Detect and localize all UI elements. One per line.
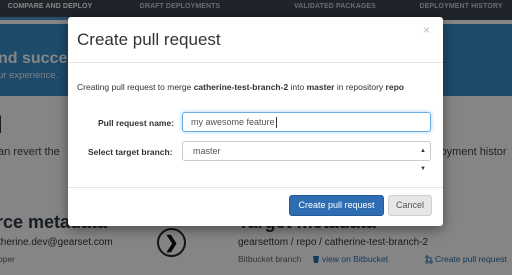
close-icon[interactable]: × (423, 23, 430, 37)
repository-name: repo (385, 82, 404, 92)
create-pull-request-dialog: Create pull request × Creating pull requ… (68, 17, 443, 226)
description-middle: into (288, 82, 307, 92)
description-prefix: Creating pull request to merge (77, 82, 194, 92)
modal-footer-divider (68, 187, 443, 188)
select-arrows-icon: ▲ ▼ (420, 148, 426, 172)
target-branch-name: master (306, 82, 335, 92)
pr-name-label: Pull request name: (98, 118, 175, 128)
cancel-button[interactable]: Cancel (388, 195, 432, 216)
target-branch-select[interactable]: master ▲ ▼ (182, 141, 431, 172)
target-branch-value: master (193, 146, 221, 156)
create-pull-request-button[interactable]: Create pull request (289, 195, 384, 216)
description-suffix: in repository (334, 82, 386, 92)
source-branch-name: catherine-test-branch-2 (193, 82, 289, 92)
pr-name-input[interactable]: my awesome feature (182, 112, 431, 132)
modal-title: Create pull request (77, 30, 221, 49)
modal-header: Create pull request × (68, 17, 443, 63)
text-caret (275, 117, 277, 129)
target-branch-label: Select target branch: (88, 147, 173, 157)
modal-description: Creating pull request to merge catherine… (77, 81, 432, 93)
pr-name-value: my awesome feature (191, 117, 275, 127)
